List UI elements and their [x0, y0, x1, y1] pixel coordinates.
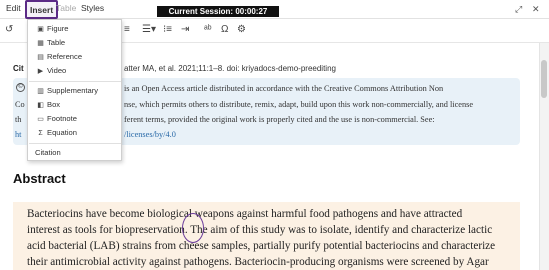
abstract-line: Bacteriocins have become biological weap…	[27, 208, 463, 220]
license-line: ferent terms, provided the original work…	[124, 115, 435, 124]
insert-reference-item[interactable]: ▤ Reference	[35, 51, 82, 62]
insert-footnote-item[interactable]: ▭ Footnote	[35, 113, 77, 124]
menu-bar: Edit Insert Table Styles Current Session…	[0, 0, 549, 19]
undo-icon[interactable]: ↺	[5, 24, 13, 36]
spellcheck-icon[interactable]: ᵃᵇ	[204, 24, 212, 36]
video-icon: ▶	[37, 68, 44, 75]
table-icon: ▦	[37, 40, 44, 47]
scrollbar-thumb[interactable]	[541, 60, 547, 98]
session-timer: Current Session: 00:00:27	[157, 6, 279, 17]
insert-citation-item[interactable]: Citation	[35, 147, 61, 158]
indent-icon[interactable]: ⇥	[181, 24, 189, 36]
sigma-icon: Σ	[38, 130, 43, 137]
list-icon[interactable]: ☰▾	[142, 24, 156, 36]
abstract-heading: Abstract	[13, 171, 66, 186]
insert-supplementary-item[interactable]: ▥ Supplementary	[35, 85, 98, 96]
list-ordered-icon[interactable]: ⁝≡	[163, 24, 172, 36]
cursor-highlight-marker	[182, 213, 204, 243]
insert-dropdown: ▣ Figure ▦ Table ▤ Reference ▶ Video ▥ Supple…	[27, 19, 122, 161]
insert-figure-item[interactable]: ▣ Figure	[35, 23, 68, 34]
image-icon: ▣	[37, 26, 44, 33]
special-char-icon[interactable]: Ω	[221, 24, 228, 36]
abstract-line: interest as tools for biopreservation. T…	[27, 224, 493, 236]
abstract-line: acid bacterial (LAB) strains from cheese…	[27, 240, 496, 252]
abstract-line: their antimicrobial activity against pat…	[27, 256, 489, 268]
abstract-paragraph[interactable]: Bacteriocins have become biological weap…	[13, 202, 520, 270]
box-icon: ◧	[37, 102, 44, 109]
insert-video-item[interactable]: ▶ Video	[35, 65, 67, 76]
license-link[interactable]: /licenses/by/4.0	[124, 130, 176, 139]
menu-insert[interactable]: Insert	[25, 0, 59, 19]
expand-icon[interactable]: ⤢	[515, 4, 522, 15]
license-line: nse, which permits others to distribute,…	[124, 100, 474, 109]
align-left-icon[interactable]: ≡	[124, 24, 130, 36]
license-prefix: th	[15, 115, 22, 124]
citation-text: atter MA, et al. 2021;11:1–8. doi: kriya…	[124, 64, 336, 73]
license-prefix[interactable]: ht	[15, 130, 21, 139]
book-icon: ▤	[37, 54, 44, 61]
menu-styles[interactable]: Styles	[81, 3, 104, 13]
menu-divider	[29, 81, 121, 82]
menu-edit[interactable]: Edit	[6, 3, 21, 13]
insert-table-item[interactable]: ▦ Table	[35, 37, 65, 48]
menu-table[interactable]: Table	[56, 3, 76, 13]
footnote-icon: ▭	[37, 116, 44, 123]
citation-label: Cit	[13, 64, 24, 73]
source-code-icon[interactable]: ⚙	[237, 24, 246, 36]
insert-box-item[interactable]: ◧ Box	[35, 99, 60, 110]
menu-divider	[29, 143, 121, 144]
license-line: is an Open Access article distributed in…	[124, 84, 444, 93]
license-prefix: Co	[15, 100, 25, 109]
columns-icon: ▥	[37, 88, 44, 95]
insert-equation-item[interactable]: Σ Equation	[35, 127, 77, 138]
cc-icon: ©	[16, 83, 25, 92]
close-icon[interactable]: ✕	[532, 4, 540, 15]
